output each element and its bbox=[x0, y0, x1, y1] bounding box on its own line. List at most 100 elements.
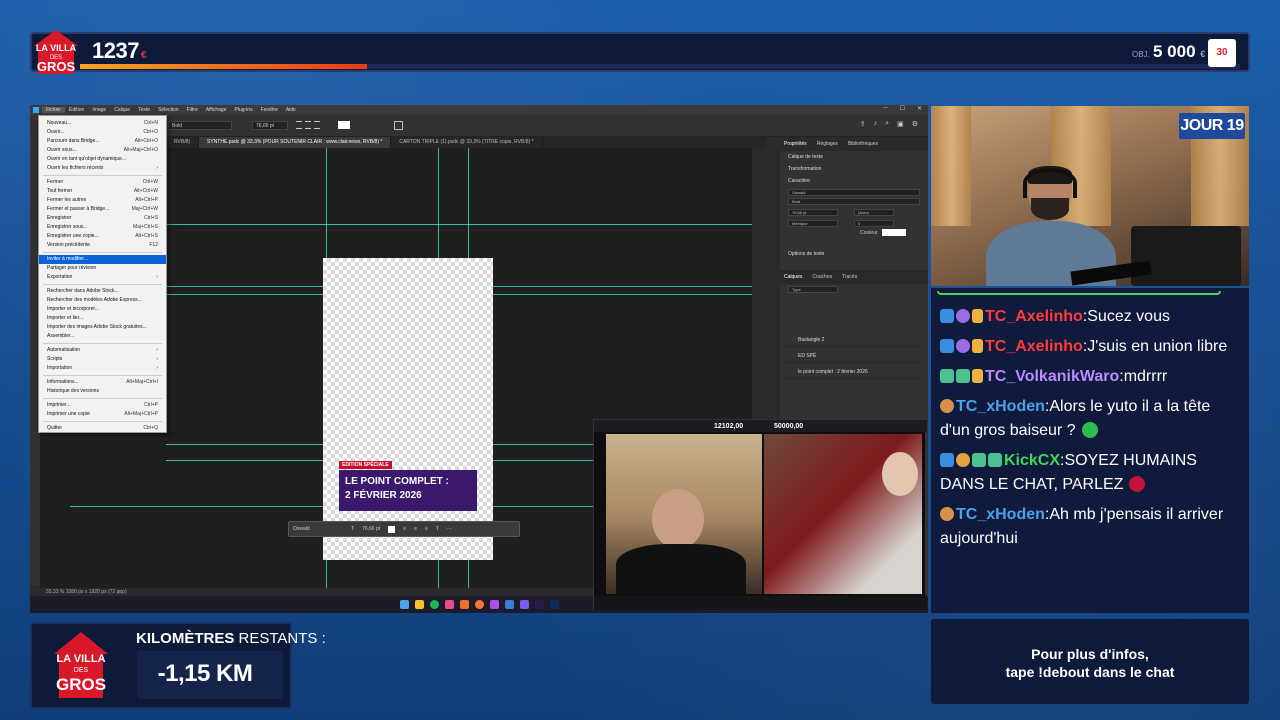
tab-trac-s[interactable]: Tracés bbox=[842, 274, 857, 280]
menu-texte[interactable]: Texte bbox=[134, 107, 154, 113]
app-icon[interactable] bbox=[444, 600, 454, 609]
chat-username[interactable]: TC_Axelinho bbox=[985, 338, 1083, 355]
file-menu-item[interactable]: Importer et lier... bbox=[39, 314, 166, 323]
ctx-font-field[interactable]: Oswald bbox=[293, 526, 343, 532]
headline-text-layer[interactable]: LE POINT COMPLET : 2 FÉVRIER 2026 bbox=[339, 470, 477, 511]
workspace-icon[interactable]: ▣ bbox=[897, 120, 904, 128]
file-menu-item[interactable]: Parcourir dans Bridge... Alt+Ctrl+O bbox=[39, 137, 166, 146]
file-menu-item[interactable]: Enregistrer sous... Maj+Ctrl+S bbox=[39, 223, 166, 232]
file-menu-item[interactable]: Ouvrir sous... Alt+Maj+Ctrl+O bbox=[39, 146, 166, 155]
menu-image[interactable]: Image bbox=[88, 107, 110, 113]
close-icon[interactable]: ✕ bbox=[917, 105, 922, 112]
size-field[interactable]: 76,66 pt bbox=[788, 209, 838, 216]
menu-edition[interactable]: Edition bbox=[65, 107, 88, 113]
app-icon[interactable] bbox=[519, 600, 529, 609]
file-menu-item[interactable]: Fermer les autres Alt+Ctrl+P bbox=[39, 196, 166, 205]
menu-affichage[interactable]: Affichage bbox=[202, 107, 231, 113]
chat-username[interactable]: TC_Axelinho bbox=[985, 308, 1083, 325]
menu-plug-ins[interactable]: Plug-ins bbox=[231, 107, 257, 113]
minimize-icon[interactable]: ─ bbox=[883, 105, 887, 112]
kerning-field[interactable]: Métrique bbox=[788, 220, 838, 227]
file-menu-item[interactable]: Fermer et passer à Bridge... Maj+Ctrl+W bbox=[39, 205, 166, 214]
text-color-swatch[interactable] bbox=[338, 121, 350, 129]
layer-row[interactable]: le point complet : 2 février 2026 bbox=[784, 365, 924, 379]
file-menu-item[interactable]: Automatisation › bbox=[39, 346, 166, 355]
file-menu-item[interactable]: Fermer Ctrl+W bbox=[39, 178, 166, 187]
tab-couches[interactable]: Couches bbox=[812, 274, 832, 280]
app-icon[interactable] bbox=[489, 600, 499, 609]
file-menu-item[interactable]: Enregistrer une copie... Alt+Ctrl+S bbox=[39, 232, 166, 241]
video-call-controls[interactable] bbox=[594, 596, 927, 610]
menu-aide[interactable]: Aide bbox=[282, 107, 300, 113]
chat-username[interactable]: TC_xHoden bbox=[956, 506, 1045, 523]
ctx-text-icon[interactable]: T bbox=[436, 526, 439, 532]
file-menu-item[interactable]: Ouvrir... Ctrl+O bbox=[39, 128, 166, 137]
menu-s-lection[interactable]: Sélection bbox=[154, 107, 183, 113]
firefox-icon[interactable] bbox=[474, 600, 484, 609]
maximize-icon[interactable]: ☐ bbox=[900, 105, 905, 112]
document-tab[interactable]: SYNTHE.psdc @ 33,3% (POUR SOUTENIR CLAIR… bbox=[199, 137, 392, 148]
ctx-size-field[interactable]: 76,66 pt bbox=[362, 526, 380, 532]
tab-propri-t-s[interactable]: Propriétés bbox=[784, 141, 807, 147]
file-menu-item[interactable]: Imprimer une copie Alt+Maj+Ctrl+P bbox=[39, 410, 166, 419]
tracking-field[interactable]: 0 bbox=[854, 220, 894, 227]
menu-fen-tre[interactable]: Fenêtre bbox=[257, 107, 282, 113]
document-tab[interactable]: RVB/8) bbox=[166, 137, 200, 148]
file-menu-item[interactable]: Scripts › bbox=[39, 355, 166, 364]
tab-biblioth-ques[interactable]: Bibliothèques bbox=[848, 141, 878, 147]
file-menu-item[interactable]: Ouvrir en tant qu'objet dynamique... bbox=[39, 155, 166, 164]
premiere-icon[interactable] bbox=[534, 600, 544, 609]
file-menu-item[interactable]: Nouveau... Ctrl+N bbox=[39, 119, 166, 128]
photoshop-icon[interactable] bbox=[549, 600, 559, 609]
file-menu-item[interactable]: Quitter Ctrl+Q bbox=[39, 424, 166, 433]
ctx-align-center-icon[interactable]: ≡ bbox=[414, 526, 417, 532]
character-section[interactable]: Caractère bbox=[780, 175, 928, 187]
app-icon[interactable] bbox=[459, 600, 469, 609]
artboard-transparent[interactable] bbox=[323, 258, 493, 560]
ctx-color-swatch[interactable] bbox=[388, 525, 396, 533]
file-menu-item[interactable]: Importation › bbox=[39, 364, 166, 373]
file-menu-item[interactable]: Partager pour révision bbox=[39, 264, 166, 273]
menu-fichier[interactable]: Fichier bbox=[42, 107, 66, 113]
share-icon[interactable]: ⇪ bbox=[860, 120, 866, 128]
font-family-select[interactable]: Oswald bbox=[788, 189, 920, 196]
bell-icon[interactable]: ♪ bbox=[874, 120, 878, 128]
edition-tag[interactable]: EDITION SPÉCIALE bbox=[339, 461, 392, 469]
transformation-section[interactable]: Transformation bbox=[780, 163, 928, 175]
layer-kind-filter[interactable]: Type bbox=[788, 286, 838, 293]
file-menu-item[interactable]: Assembler... bbox=[39, 332, 166, 341]
leading-field[interactable]: (Auto) bbox=[854, 209, 894, 216]
font-style-field[interactable]: Bold bbox=[168, 121, 232, 130]
menu-filtre[interactable]: Filtre bbox=[183, 107, 202, 113]
ctx-align-right-icon[interactable]: ≡ bbox=[425, 526, 428, 532]
file-menu-item[interactable]: Historique des versions bbox=[39, 387, 166, 396]
ctx-more-icon[interactable]: ⋯ bbox=[447, 526, 452, 532]
ctx-align-left-icon[interactable]: ≡ bbox=[403, 526, 406, 532]
document-tab[interactable]: CARTON TRIPLE (1).psdc @ 33,3% (TITRE co… bbox=[391, 137, 543, 148]
windows-start-icon[interactable] bbox=[399, 600, 409, 609]
font-style-select[interactable]: Bold bbox=[788, 198, 920, 205]
search-icon[interactable]: ⌕ bbox=[885, 120, 889, 128]
contextual-task-bar[interactable]: Oswald T 76,66 pt ≡ ≡ ≡ T ⋯ bbox=[288, 521, 520, 537]
align-right-icon[interactable] bbox=[314, 121, 320, 129]
font-size-field[interactable]: 76,66 pt bbox=[252, 121, 288, 130]
menu-calque[interactable]: Calque bbox=[110, 107, 134, 113]
align-center-icon[interactable] bbox=[305, 121, 311, 129]
tab-calques[interactable]: Calques bbox=[784, 274, 802, 280]
file-menu-item[interactable]: Enregistrer Ctrl+S bbox=[39, 214, 166, 223]
chat-username[interactable]: TC_xHoden bbox=[956, 398, 1045, 415]
app-icon[interactable] bbox=[504, 600, 514, 609]
commit-icon[interactable] bbox=[394, 121, 403, 130]
chat-username[interactable]: TC_VolkanikWaro bbox=[985, 368, 1119, 385]
tab-r-glages[interactable]: Réglages bbox=[817, 141, 838, 147]
layer-row[interactable]: Bastangle 2 bbox=[784, 333, 924, 347]
file-menu-item[interactable]: Informations... Alt+Maj+Ctrl+I bbox=[39, 378, 166, 387]
file-menu-item[interactable]: Importer et incorporer... bbox=[39, 305, 166, 314]
file-menu-item[interactable]: Ouvrir les fichiers récents › bbox=[39, 164, 166, 173]
layer-row[interactable]: ED SPÉ bbox=[784, 349, 924, 363]
align-buttons[interactable] bbox=[296, 121, 326, 130]
file-menu-item[interactable]: Rechercher dans Adobe Stock... bbox=[39, 287, 166, 296]
file-explorer-icon[interactable] bbox=[414, 600, 424, 609]
file-menu-item[interactable]: Imprimer... Ctrl+P bbox=[39, 401, 166, 410]
file-menu-item[interactable]: Rechercher des modèles Adobe Express... bbox=[39, 296, 166, 305]
